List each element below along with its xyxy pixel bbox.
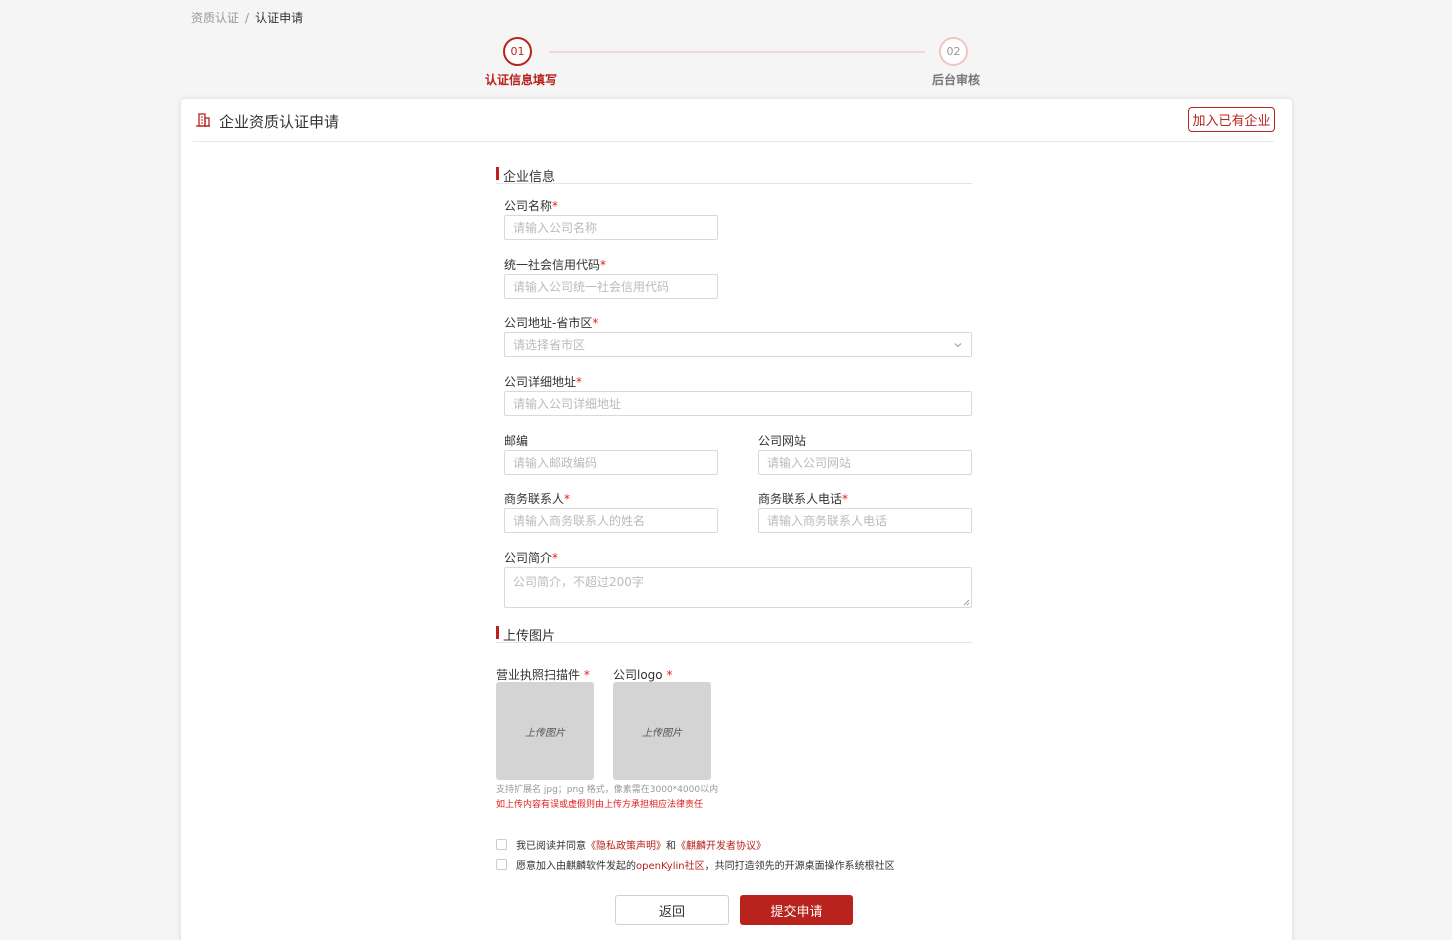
region-select-placeholder: 请选择省市区	[513, 338, 586, 352]
required-mark: *	[552, 551, 559, 565]
company-name-input[interactable]	[513, 220, 709, 235]
breadcrumb-separator: /	[245, 11, 250, 25]
required-mark: *	[564, 492, 571, 506]
postcode-input[interactable]	[513, 455, 709, 470]
developer-agreement-link[interactable]: 《麒麟开发者协议》	[676, 837, 766, 852]
back-button[interactable]: 返回	[615, 895, 729, 925]
community-suffix: ，共同打造领先的开源桌面操作系统根社区	[704, 861, 895, 872]
logo-upload-label: 公司logo *	[613, 666, 672, 683]
credit-code-field[interactable]	[504, 274, 718, 299]
contact-field[interactable]	[504, 508, 718, 533]
section-title-upload: 上传图片	[496, 625, 972, 644]
credit-code-input[interactable]	[513, 279, 709, 294]
postcode-field[interactable]	[504, 450, 718, 475]
credit-code-label: 统一社会信用代码*	[504, 256, 606, 273]
company-name-label: 公司名称*	[504, 197, 558, 214]
address-input[interactable]	[513, 396, 963, 411]
website-field[interactable]	[758, 450, 972, 475]
region-label-text: 公司地址-省市区	[504, 316, 593, 330]
step-1-circle: 01	[503, 37, 532, 66]
company-name-field[interactable]	[504, 215, 718, 240]
terms-prefix: 我已阅读并同意	[516, 841, 586, 852]
terms-checkbox[interactable]	[496, 839, 507, 850]
contact-phone-field[interactable]	[758, 508, 972, 533]
breadcrumb: 资质认证 / 认证申请	[191, 9, 303, 26]
website-input[interactable]	[767, 455, 963, 470]
required-mark: *	[583, 668, 590, 682]
address-label-text: 公司详细地址	[504, 375, 577, 389]
address-field[interactable]	[504, 391, 972, 416]
region-label: 公司地址-省市区*	[504, 314, 598, 331]
contact-input[interactable]	[513, 513, 709, 528]
privacy-policy-link[interactable]: 《隐私政策声明》	[586, 837, 666, 852]
terms-and: 和	[666, 841, 676, 852]
resize-grip-icon[interactable]	[963, 599, 970, 606]
postcode-label: 邮编	[504, 432, 528, 449]
contact-label: 商务联系人*	[504, 490, 570, 507]
intro-field[interactable]	[504, 567, 972, 608]
website-label: 公司网站	[758, 432, 806, 449]
company-name-label-text: 公司名称	[504, 199, 553, 213]
required-mark: *	[576, 375, 583, 389]
step-connector-line	[549, 51, 925, 53]
progress-steps: 01 02 认证信息填写 后台审核	[480, 37, 990, 89]
upload-liability-hint: 如上传内容有误或虚假则由上传方承担相应法律责任	[496, 800, 704, 810]
contact-phone-label: 商务联系人电话*	[758, 490, 848, 507]
intro-label-text: 公司简介	[504, 551, 553, 565]
required-mark: *	[666, 668, 673, 682]
upload-format-hint: 支持扩展名 jpg；png 格式，像素需在3000*4000以内	[496, 785, 719, 795]
agreement-row-terms: 我已阅读并同意 《隐私政策声明》 和 《麒麟开发者协议》	[496, 837, 766, 852]
community-prefix: 愿意加入由麒麟软件发起的	[516, 861, 636, 872]
join-existing-company-button[interactable]: 加入已有企业	[1188, 107, 1275, 132]
website-label-text: 公司网站	[758, 434, 807, 448]
card-title: 企业资质认证申请	[219, 113, 340, 131]
chevron-down-icon	[954, 343, 962, 348]
section-title-upload-text: 上传图片	[503, 629, 556, 644]
logo-upload-label-text: 公司logo	[613, 668, 663, 682]
agreement-row-community: 愿意加入由麒麟软件发起的 openKylin社区 ，共同打造领先的开源桌面操作系…	[496, 857, 895, 872]
required-mark: *	[600, 258, 607, 272]
required-mark: *	[552, 199, 559, 213]
contact-label-text: 商务联系人	[504, 492, 565, 506]
required-mark: *	[842, 492, 849, 506]
step-1-label: 认证信息填写	[485, 73, 558, 87]
credit-code-label-text: 统一社会信用代码	[504, 258, 601, 272]
community-checkbox[interactable]	[496, 859, 507, 870]
region-select[interactable]: 请选择省市区	[504, 332, 972, 357]
application-card: 企业资质认证申请 加入已有企业 企业信息 公司名称* 统一社会信用代码* 公司地…	[181, 99, 1292, 940]
contact-phone-input[interactable]	[767, 513, 963, 528]
license-upload-label-text: 营业执照扫描件	[496, 668, 581, 682]
license-upload-label: 营业执照扫描件 *	[496, 666, 590, 683]
postcode-label-text: 邮编	[504, 434, 529, 448]
license-upload-button[interactable]: 上传图片	[496, 682, 594, 780]
address-label: 公司详细地址*	[504, 373, 582, 390]
submit-button[interactable]: 提交申请	[740, 895, 853, 925]
building-icon	[196, 113, 210, 127]
logo-upload-button[interactable]: 上传图片	[613, 682, 711, 780]
intro-textarea[interactable]	[505, 568, 971, 607]
breadcrumb-parent[interactable]: 资质认证	[191, 11, 239, 25]
step-2-label: 后台审核	[932, 73, 981, 87]
section-title-company-info: 企业信息	[496, 166, 972, 185]
intro-label: 公司简介*	[504, 549, 558, 566]
openkylin-link[interactable]: openKylin社区	[636, 857, 705, 872]
card-header: 企业资质认证申请	[193, 99, 1274, 142]
required-mark: *	[592, 316, 599, 330]
section-title-company-info-text: 企业信息	[503, 170, 556, 185]
contact-phone-label-text: 商务联系人电话	[758, 492, 843, 506]
step-2-circle: 02	[939, 37, 968, 66]
breadcrumb-current: 认证申请	[255, 11, 304, 25]
